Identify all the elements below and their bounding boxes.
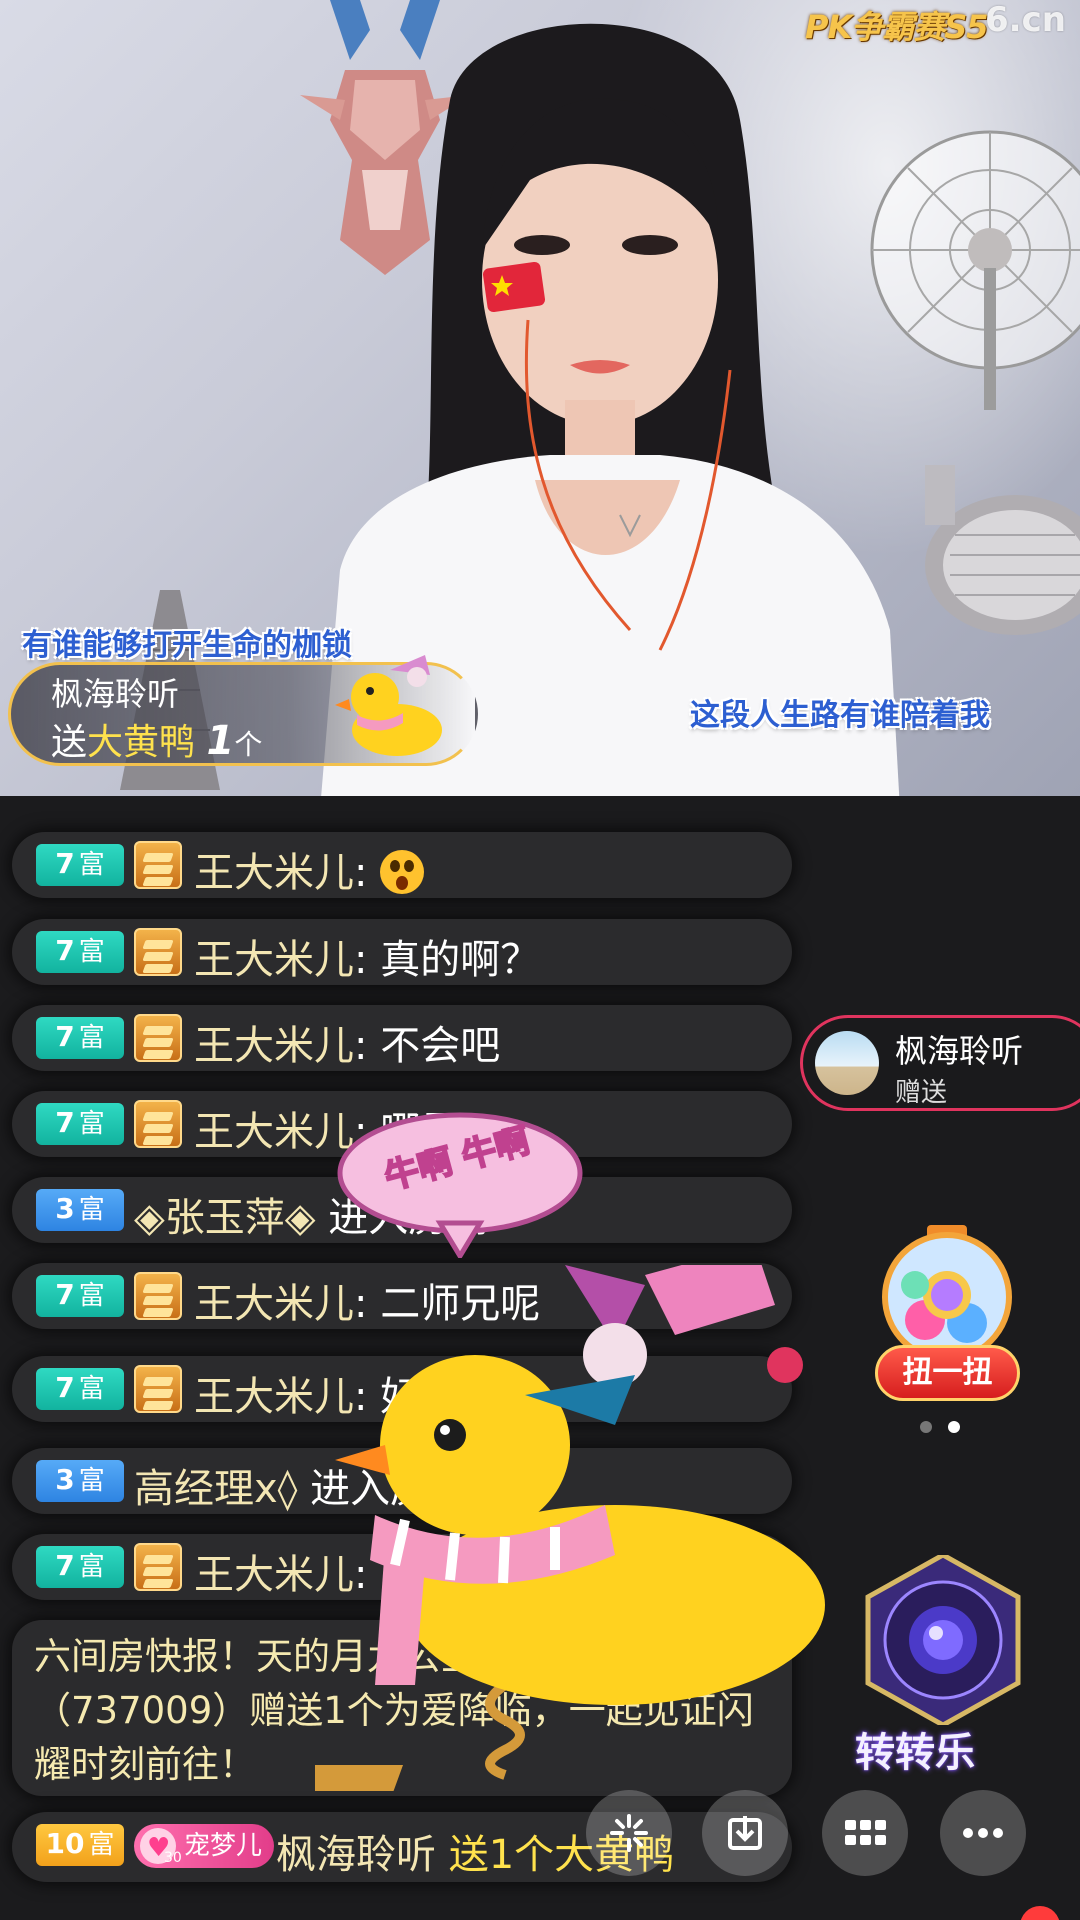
carousel-dot: [920, 1421, 932, 1433]
more-button[interactable]: [940, 1790, 1026, 1876]
medal-icon: [134, 928, 182, 976]
lyric-caption-left: 有谁能够打开生命的枷锁: [22, 628, 352, 663]
medal-icon: [134, 1365, 182, 1413]
wealth-level-badge: 10 富: [36, 1824, 124, 1866]
carousel-dots: [920, 1418, 976, 1437]
fan-club-name: 宠梦儿: [184, 1831, 263, 1861]
wealth-level-badge: 7富: [36, 1103, 124, 1145]
sparkle-button[interactable]: [586, 1790, 672, 1876]
more-icon: [963, 1828, 1003, 1838]
site-logo: 6.cn: [985, 0, 1066, 40]
carousel-dot-active: [948, 1421, 960, 1433]
duck-gift-icon: [335, 655, 442, 756]
fan-level: 30: [164, 1850, 182, 1866]
medal-icon: [134, 1543, 182, 1591]
pk-contest-logo: PK争霸赛S5: [805, 8, 989, 46]
wealth-level-badge: 3富: [36, 1189, 124, 1231]
gift-notice-count: 1: [206, 718, 235, 764]
video-stream[interactable]: PK争霸赛S5 6.cn 有谁能够打开生命的枷锁 这段人生路有谁陪着我 枫海聆听…: [0, 0, 1080, 796]
gift-popup-user: 枫海聆听: [895, 1032, 1024, 1070]
chat-row[interactable]: 7富 王大米儿: 真的啊？: [12, 919, 792, 985]
gift-popup[interactable]: 枫海聆听 赠送: [800, 1015, 1080, 1111]
live-room: PK争霸赛S5 6.cn 有谁能够打开生命的枷锁 这段人生路有谁陪着我 枫海聆听…: [0, 0, 1080, 1920]
medal-icon: [134, 1100, 182, 1148]
chat-row[interactable]: 7富 王大米儿: 不会吧: [12, 1005, 792, 1071]
sparkle-icon: [610, 1814, 648, 1852]
gift-notice-line: 送大黄鸭 1个: [51, 713, 262, 765]
chat-username[interactable]: 高经理x◊: [134, 1466, 297, 1512]
chat-message: 王大米儿:: [194, 840, 425, 898]
chat-body: 真的啊？: [380, 937, 541, 983]
chat-message: 王大米儿: 不会吧: [194, 1023, 501, 1069]
avatar: [815, 1031, 879, 1095]
chat-username[interactable]: 王大米儿: [194, 937, 354, 983]
wealth-level-badge: 7富: [36, 931, 124, 973]
wealth-level-badge: 7富: [36, 1017, 124, 1059]
surprised-face-icon: [380, 850, 425, 894]
chat-username[interactable]: ◈张玉萍◈: [134, 1195, 316, 1241]
grid-icon: [845, 1820, 886, 1845]
gacha-button[interactable]: 扭一扭: [875, 1345, 1020, 1401]
apps-button[interactable]: [822, 1790, 908, 1876]
gift-notice-verb: 送: [51, 722, 88, 763]
medal-icon: [134, 1272, 182, 1320]
chat-username[interactable]: 枫海聆听: [276, 1832, 436, 1878]
chat-message: 王大米儿: 真的啊？: [194, 937, 541, 983]
duck-gift-animation: [315, 1265, 825, 1791]
chat-body: 不会吧: [380, 1023, 501, 1069]
fan-club-badge: 30 宠梦儿: [134, 1824, 274, 1870]
gift-notice-unit: 个: [234, 728, 263, 761]
wealth-level-badge: 3富: [36, 1460, 124, 1502]
download-icon: [728, 1816, 762, 1850]
speech-bubble-sticker: 牛啊 牛啊: [337, 1112, 583, 1258]
wealth-level-badge: 7富: [36, 1546, 124, 1588]
gift-notice-user: 枫海聆听: [51, 675, 180, 713]
medal-icon: [134, 1014, 182, 1062]
wealth-level-badge: 7富: [36, 844, 124, 886]
notification-badge[interactable]: [1020, 1906, 1060, 1920]
lyric-caption-right: 这段人生路有谁陪着我: [690, 698, 990, 733]
spin-wheel-icon[interactable]: [858, 1555, 1028, 1725]
gift-notice-gift: 大黄鸭: [87, 722, 196, 763]
gift-popup-action: 赠送: [895, 1078, 948, 1108]
wealth-level-badge: 7富: [36, 1275, 124, 1317]
chat-row[interactable]: 7富 王大米儿:: [12, 832, 792, 898]
chat-username[interactable]: 王大米儿: [194, 850, 354, 896]
medal-icon: [134, 841, 182, 889]
spin-wheel-label[interactable]: 转转乐: [855, 1720, 975, 1778]
chat-username[interactable]: 王大米儿: [194, 1023, 354, 1069]
download-button[interactable]: [702, 1790, 788, 1876]
wealth-level-badge: 7富: [36, 1368, 124, 1410]
gift-send-message[interactable]: 10富 30 宠梦儿 枫海聆听 送1个大黄鸭: [12, 1812, 792, 1882]
